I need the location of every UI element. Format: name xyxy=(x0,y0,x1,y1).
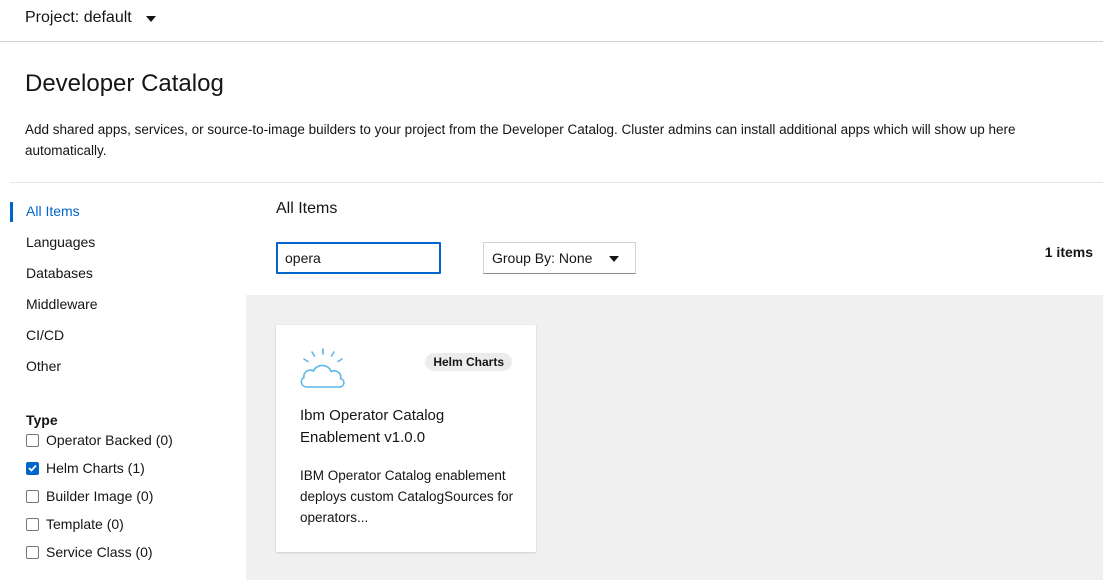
checkbox-checked-icon[interactable] xyxy=(26,461,39,475)
tile-title: Ibm Operator Catalog Enablement v1.0.0 xyxy=(300,407,445,446)
divider xyxy=(10,182,1103,183)
group-by-label: Group By: None xyxy=(492,250,593,266)
group-by-dropdown[interactable]: Group By: None xyxy=(483,242,636,274)
tile-badge: Helm Charts xyxy=(425,353,512,371)
page-description: Add shared apps, services, or source-to-… xyxy=(25,122,1016,158)
filter-service-class[interactable]: Service Class (0) xyxy=(26,544,153,560)
filter-helm-charts[interactable]: Helm Charts (1) xyxy=(26,460,145,476)
filter-builder-image[interactable]: Builder Image (0) xyxy=(26,488,153,504)
filter-label: Template (0) xyxy=(46,516,124,532)
filter-label: Helm Charts (1) xyxy=(46,460,145,476)
filter-label: Builder Image (0) xyxy=(46,488,154,504)
filter-by-keyword-input[interactable] xyxy=(276,242,441,274)
sidebar-item-all-items[interactable]: All Items xyxy=(10,198,246,229)
checkbox-unchecked-icon[interactable] xyxy=(26,545,39,559)
catalog-grid: Helm Charts Ibm Operator Catalog Enablem… xyxy=(246,295,1103,580)
checkbox-unchecked-icon[interactable] xyxy=(26,433,39,447)
caret-down-icon xyxy=(145,16,156,22)
checkbox-unchecked-icon[interactable] xyxy=(26,489,39,503)
ibm-cloud-icon xyxy=(300,348,345,388)
filter-template[interactable]: Template (0) xyxy=(26,516,124,532)
category-sidebar: All Items Languages Databases Middleware… xyxy=(10,198,246,384)
sidebar-item-cicd[interactable]: CI/CD xyxy=(10,322,246,353)
sidebar-item-middleware[interactable]: Middleware xyxy=(10,291,246,322)
sidebar-item-languages[interactable]: Languages xyxy=(10,229,246,260)
project-bar: Project: default xyxy=(0,0,1103,42)
project-selector[interactable]: Project: default xyxy=(25,9,156,27)
project-label: Project: default xyxy=(25,9,132,26)
items-count: 1 items xyxy=(1044,244,1093,260)
section-title: All Items xyxy=(276,200,338,217)
checkbox-unchecked-icon[interactable] xyxy=(26,517,39,531)
caret-down-icon xyxy=(609,256,619,262)
filter-label: Service Class (0) xyxy=(46,544,153,560)
sidebar-item-databases[interactable]: Databases xyxy=(10,260,246,291)
sidebar-item-other[interactable]: Other xyxy=(10,353,246,384)
filter-label: Operator Backed (0) xyxy=(46,432,173,448)
type-filter-heading: Type xyxy=(26,412,58,428)
tile-description: IBM Operator Catalog enablement deploys … xyxy=(300,468,514,525)
page-title: Developer Catalog xyxy=(25,70,224,97)
catalog-tile[interactable]: Helm Charts Ibm Operator Catalog Enablem… xyxy=(276,325,536,552)
filter-operator-backed[interactable]: Operator Backed (0) xyxy=(26,432,173,448)
